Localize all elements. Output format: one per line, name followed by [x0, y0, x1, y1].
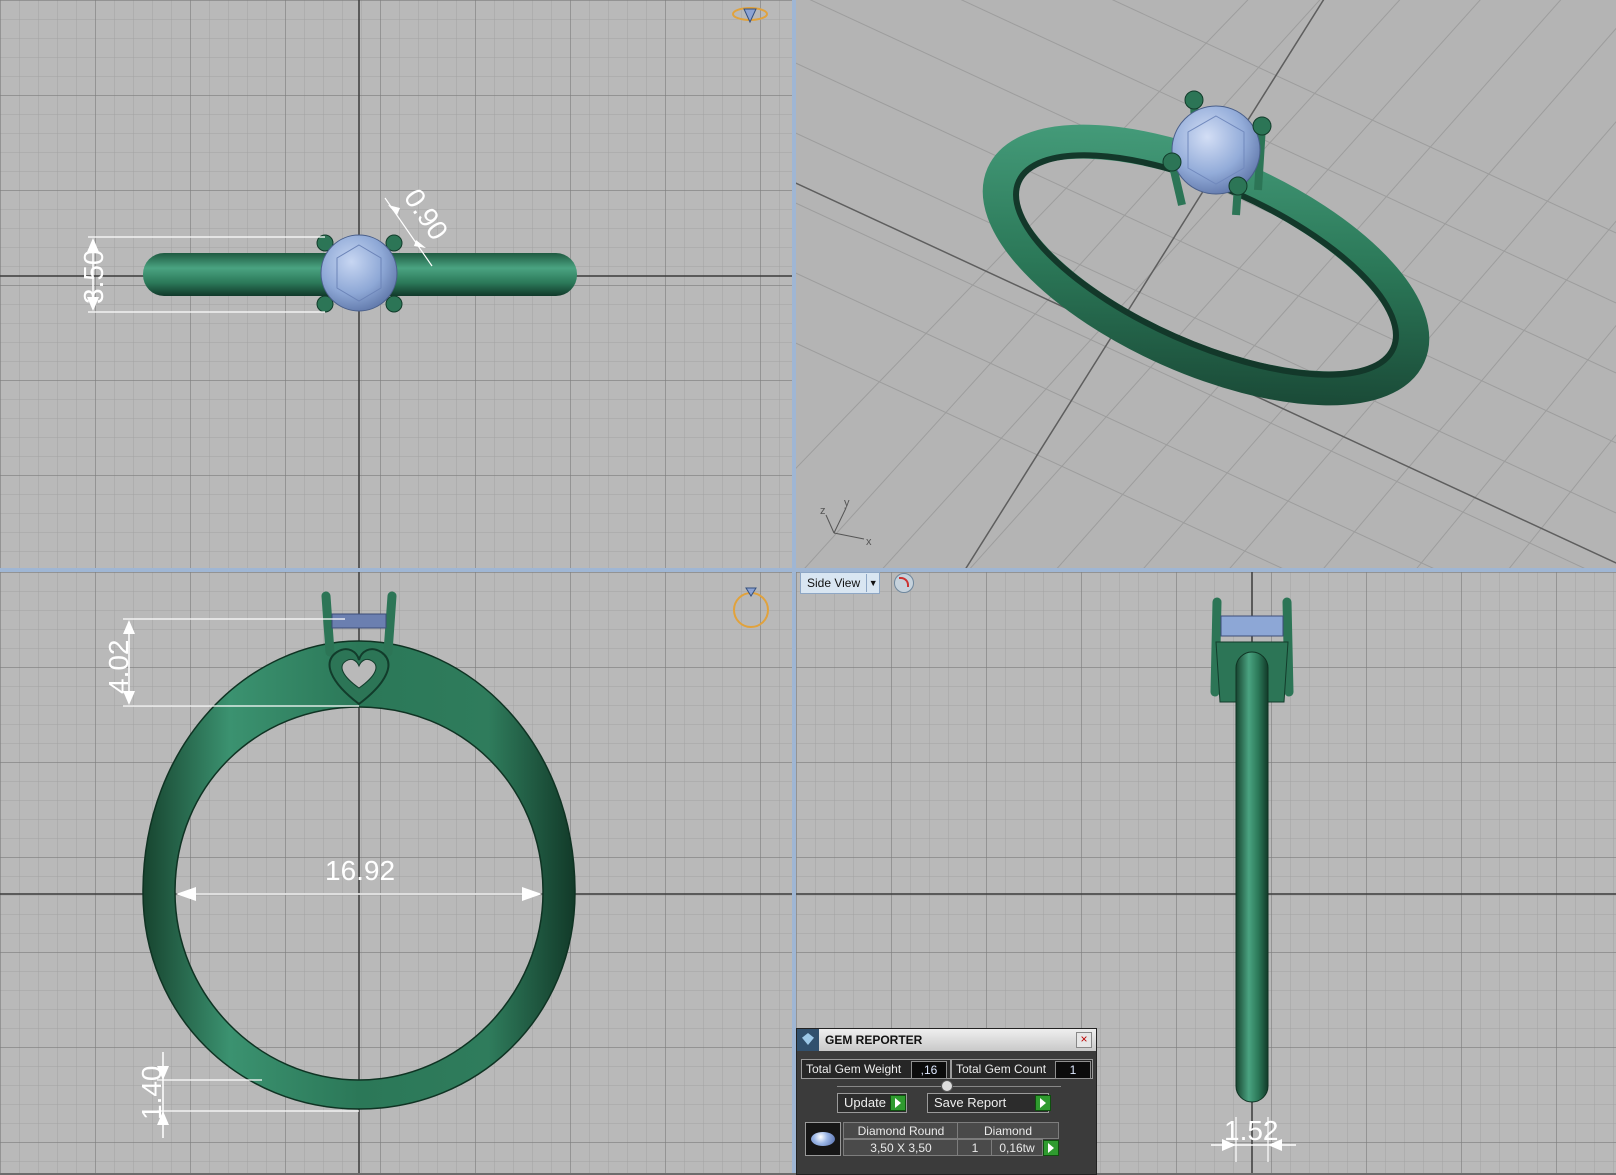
- save-report-play-icon[interactable]: [1035, 1095, 1051, 1111]
- total-gem-count-value: 1: [1055, 1061, 1091, 1079]
- view-selector[interactable]: Side View ▼: [800, 572, 881, 594]
- dim-top-height: 3.50: [78, 250, 109, 305]
- front-viewport[interactable]: 4.02 16.92 1.40: [0, 572, 792, 1173]
- gem-row-weight: 0,16tw: [991, 1139, 1043, 1156]
- slider-handle[interactable]: [941, 1080, 953, 1092]
- view-selector-label: Side View: [807, 576, 861, 590]
- gem-reporter-logo-icon: [797, 1029, 819, 1051]
- ring-band-side: [1235, 651, 1269, 1103]
- total-gem-weight-value: ,16: [911, 1061, 947, 1079]
- dim-shank-width: 1.52: [1224, 1115, 1279, 1146]
- gem-row-count: 1: [957, 1139, 993, 1156]
- top-viewport[interactable]: 3.50 0.90: [0, 0, 792, 568]
- gem-top: [320, 234, 398, 312]
- save-report-button[interactable]: Save Report: [927, 1093, 1049, 1113]
- gem-reporter-panel: GEM REPORTER × Total Gem Weight ,16 Tota…: [796, 1028, 1097, 1175]
- diamond-round-icon: [805, 1122, 841, 1156]
- dim-head-height: 4.02: [103, 640, 134, 695]
- dim-inner-diameter: 16.92: [325, 855, 395, 886]
- perspective-viewport[interactable]: x y z: [796, 0, 1616, 568]
- gem-reporter-titlebar[interactable]: GEM REPORTER: [797, 1029, 1096, 1051]
- axis-x-label: x: [866, 536, 872, 548]
- viewport-separator-vertical[interactable]: [792, 0, 796, 1173]
- dim-shank-thickness: 1.40: [136, 1066, 167, 1121]
- total-gem-count-label: Total Gem Count: [956, 1062, 1047, 1076]
- gem-reporter-title: GEM REPORTER: [825, 1033, 923, 1047]
- gem-row-play-icon[interactable]: [1043, 1140, 1059, 1156]
- close-icon[interactable]: ×: [1076, 1032, 1092, 1048]
- axis-y-label: y: [844, 497, 850, 509]
- update-play-icon[interactable]: [890, 1095, 906, 1111]
- rotate-view-icon[interactable]: [894, 573, 914, 593]
- chevron-down-icon[interactable]: ▼: [866, 574, 879, 592]
- gem-perspective: [1171, 105, 1261, 195]
- save-report-button-label: Save Report: [934, 1095, 1007, 1110]
- update-button-label: Update: [844, 1095, 886, 1110]
- gem-row-name: Diamond Round: [843, 1122, 959, 1139]
- gem-row-size: 3,50 X 3,50: [843, 1139, 959, 1156]
- gem-row-material: Diamond: [957, 1122, 1059, 1139]
- axis-z-label: z: [820, 505, 826, 517]
- total-gem-weight-label: Total Gem Weight: [806, 1062, 902, 1076]
